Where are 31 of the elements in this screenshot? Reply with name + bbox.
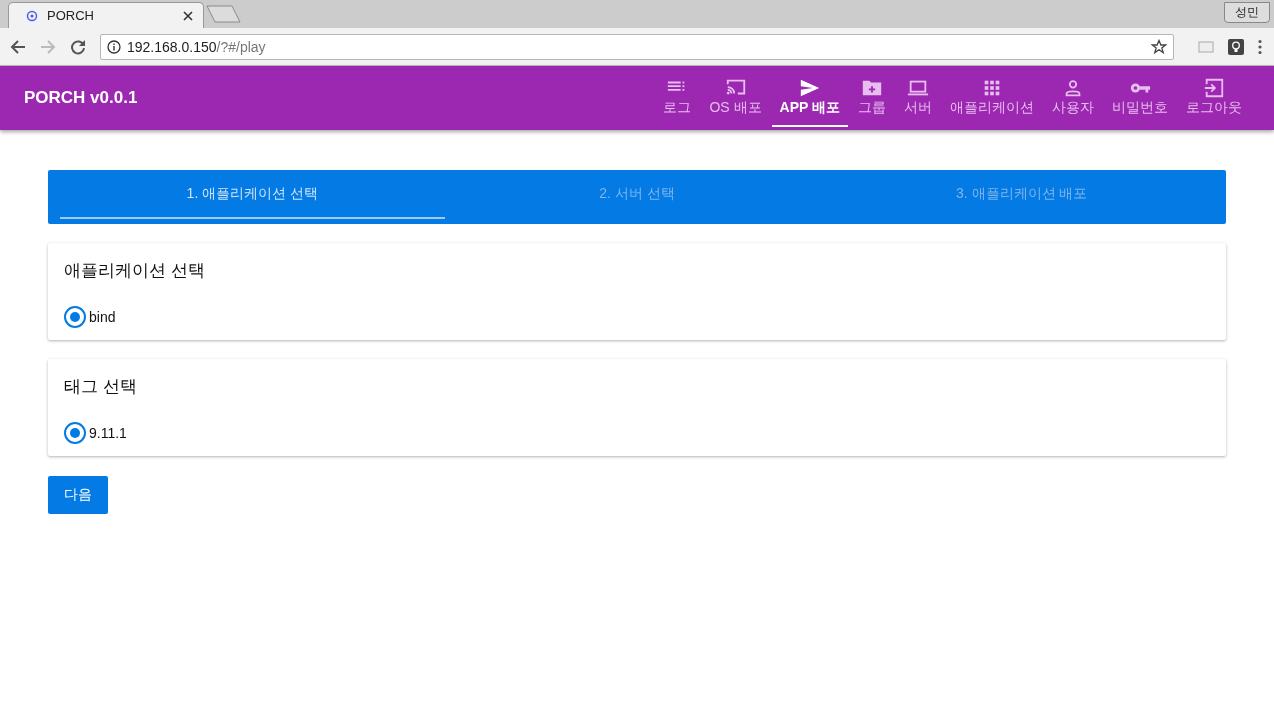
card-title: 애플리케이션 선택 bbox=[64, 260, 206, 282]
profile-button[interactable]: 성민 bbox=[1224, 2, 1270, 23]
browser-tab[interactable]: PORCH bbox=[8, 2, 204, 28]
address-bar[interactable]: 192.168.0.150/?#/play bbox=[100, 33, 1174, 60]
close-icon[interactable] bbox=[183, 10, 193, 21]
menu-icon[interactable] bbox=[1258, 38, 1262, 55]
nav-tab[interactable]: OS 배포 bbox=[701, 66, 770, 127]
radio-button[interactable] bbox=[64, 422, 86, 444]
reload-icon[interactable] bbox=[70, 38, 86, 55]
exit-icon bbox=[1203, 76, 1225, 99]
card-title: 태그 선택 bbox=[64, 376, 138, 398]
next-button[interactable]: 다음 bbox=[48, 476, 108, 514]
step-tab[interactable]: 1. 애플리케이션 선택 bbox=[60, 170, 445, 219]
nav-tab[interactable]: 사용자 bbox=[1044, 66, 1102, 127]
url-text: 192.168.0.150/?#/play bbox=[127, 38, 266, 55]
nav-tab[interactable]: APP 배포 bbox=[771, 66, 848, 127]
bulb-icon[interactable] bbox=[1228, 38, 1244, 55]
tab-title: PORCH bbox=[47, 8, 95, 23]
back-icon[interactable] bbox=[10, 38, 26, 55]
nav-tab[interactable]: 그룹 bbox=[850, 66, 894, 127]
option-label: bind bbox=[89, 309, 116, 325]
nav-tab[interactable]: 로그 bbox=[655, 66, 700, 127]
option-label: 9.11.1 bbox=[89, 425, 127, 441]
nav-tab[interactable]: 서버 bbox=[896, 66, 940, 127]
nav-tab[interactable]: 비밀번호 bbox=[1104, 66, 1176, 127]
nav-tab[interactable]: 애플리케이션 bbox=[942, 66, 1042, 127]
radio-button[interactable] bbox=[64, 306, 86, 328]
app-title: PORCH v0.0.1 bbox=[24, 88, 138, 108]
star-icon[interactable] bbox=[1151, 38, 1167, 55]
info-icon bbox=[107, 39, 121, 54]
nav-tab[interactable]: 로그아웃 bbox=[1178, 66, 1250, 127]
